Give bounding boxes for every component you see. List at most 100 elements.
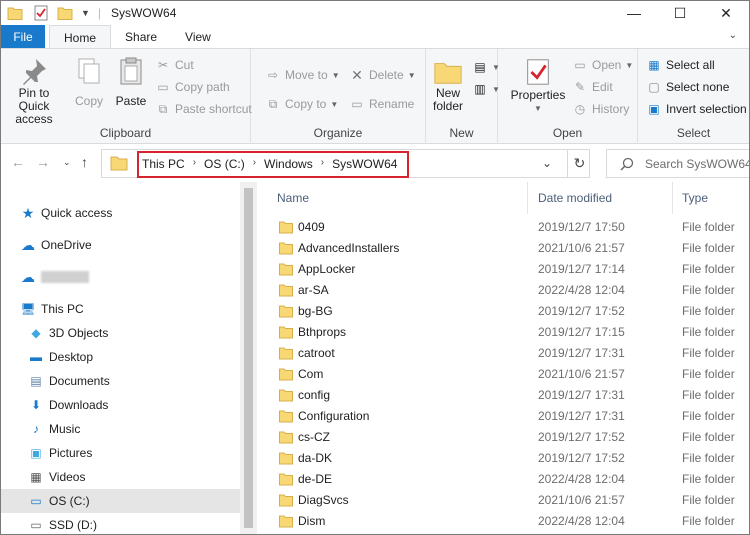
back-arrow-icon[interactable]: ← — [11, 154, 25, 170]
table-row[interactable]: DiagSvcs 2021/10/6 21:57 File folder — [257, 490, 749, 511]
chevron-down-icon: ▼ — [625, 60, 634, 70]
copy-to-button[interactable]: ⧉ Copy to ▼ — [265, 94, 339, 114]
chevron-right-icon[interactable]: › — [193, 157, 196, 171]
maximize-button[interactable]: ☐ — [657, 1, 703, 25]
table-row[interactable]: ar-SA 2022/4/28 12:04 File folder — [257, 280, 749, 301]
close-button[interactable]: ✕ — [703, 1, 749, 25]
new-folder-icon[interactable] — [57, 5, 73, 21]
file-type: File folder — [682, 388, 735, 402]
cut-button[interactable]: ✂ Cut — [155, 55, 194, 75]
move-to-button[interactable]: ⇨ Move to ▼ — [265, 65, 340, 85]
copy-path-button[interactable]: ▭ Copy path — [155, 77, 229, 97]
delete-icon: ✕ — [351, 66, 363, 83]
tab-share[interactable]: Share — [111, 25, 171, 49]
table-row[interactable]: Configuration 2019/12/7 17:31 File folder — [257, 406, 749, 427]
pin-label: Pin to Quick access — [15, 86, 53, 126]
table-row[interactable]: AppLocker 2019/12/7 17:14 File folder — [257, 259, 749, 280]
nav-item-this-pc[interactable]: 🖥 This PC — [1, 297, 240, 321]
search-input[interactable]: Search SysWOW64 — [645, 157, 749, 171]
nav-item-music[interactable]: ♪ Music — [1, 417, 240, 441]
breadcrumb-os-c[interactable]: OS (C:) — [204, 157, 245, 171]
nav-item-onedrive-account[interactable]: ☁ — [1, 265, 240, 289]
forward-arrow-icon[interactable]: → — [36, 154, 50, 170]
paste-shortcut-icon: ⧉ — [158, 101, 168, 116]
select-all-button[interactable]: ▦ Select all — [646, 55, 714, 75]
table-row[interactable]: da-DK 2019/12/7 17:52 File folder — [257, 448, 749, 469]
table-row[interactable]: 0409 2019/12/7 17:50 File folder — [257, 217, 749, 238]
nav-item-desktop[interactable]: ▬ Desktop — [1, 345, 240, 369]
minimize-button[interactable]: — — [611, 1, 657, 25]
history-button[interactable]: ◷ History — [572, 99, 630, 119]
chevron-right-icon[interactable]: › — [321, 157, 324, 171]
properties-button[interactable]: Properties ▼ — [506, 57, 570, 115]
up-arrow-icon[interactable]: ↑ — [81, 154, 88, 170]
refresh-button[interactable]: ↻ — [567, 150, 591, 177]
file-name: AdvancedInstallers — [298, 241, 400, 255]
nav-item-pictures[interactable]: ▣ Pictures — [1, 441, 240, 465]
move-to-label: Move to — [285, 68, 328, 82]
nav-label: OS (C:) — [49, 494, 90, 508]
rename-button[interactable]: ▭ Rename — [349, 94, 414, 114]
table-row[interactable]: AdvancedInstallers 2021/10/6 21:57 File fo… — [257, 238, 749, 259]
invert-selection-button[interactable]: ▣ Invert selection — [646, 99, 746, 119]
table-row[interactable]: Bthprops 2019/12/7 17:15 File folder — [257, 322, 749, 343]
table-row[interactable]: bg-BG 2019/12/7 17:52 File folder — [257, 301, 749, 322]
scrollbar-thumb[interactable] — [244, 188, 253, 528]
paste-label: Paste — [115, 94, 147, 108]
properties-icon[interactable] — [33, 5, 49, 21]
tab-view[interactable]: View — [171, 25, 225, 49]
tab-home[interactable]: Home — [49, 25, 112, 49]
search-box[interactable]: Search SysWOW64 — [606, 149, 749, 178]
nav-item-onedrive[interactable]: ☁ OneDrive — [1, 233, 240, 257]
nav-item-os-c[interactable]: ▭ OS (C:) — [1, 489, 240, 513]
collapse-ribbon-icon[interactable]: ⌄ — [729, 30, 737, 41]
new-folder-button[interactable]: New folder — [426, 57, 470, 113]
select-none-button[interactable]: ▢ Select none — [646, 77, 729, 97]
edit-button[interactable]: ✎ Edit — [572, 77, 613, 97]
copy-button[interactable]: Copy — [69, 55, 109, 108]
nav-item-ssd-d[interactable]: ▭ SSD (D:) — [1, 513, 240, 534]
nav-pane-scrollbar[interactable] — [240, 182, 257, 534]
breadcrumb-this-pc[interactable]: This PC — [142, 157, 185, 171]
column-header-date[interactable]: Date modified — [528, 182, 673, 214]
breadcrumb-syswow64[interactable]: SysWOW64 — [332, 157, 397, 171]
chevron-right-icon[interactable]: › — [253, 157, 256, 171]
column-header-type[interactable]: Type — [673, 182, 749, 214]
open-button[interactable]: ▭ Open ▼ — [572, 55, 633, 75]
nav-item-documents[interactable]: ▤ Documents — [1, 369, 240, 393]
table-row[interactable]: Dism 2022/4/28 12:04 File folder — [257, 511, 749, 532]
file-name: AppLocker — [298, 262, 356, 276]
nav-item-3d-objects[interactable]: ◆ 3D Objects — [1, 321, 240, 345]
chevron-down-icon: ▼ — [534, 104, 542, 113]
qat-dropdown-icon[interactable]: ▼ — [81, 8, 90, 18]
tab-file[interactable]: File — [1, 25, 45, 49]
recent-locations-icon[interactable]: ⌄ — [63, 157, 71, 168]
new-item-button[interactable]: ▤ ▼ — [472, 57, 500, 77]
copy-path-icon: ▭ — [157, 80, 169, 94]
paste-shortcut-button[interactable]: ⧉ Paste shortcut — [155, 99, 252, 119]
table-row[interactable]: Com 2021/10/6 21:57 File folder — [257, 364, 749, 385]
delete-button[interactable]: ✕ Delete ▼ — [349, 65, 415, 85]
address-bar[interactable]: This PC › OS (C:) › Windows › SysWOW64 ⌄… — [101, 149, 590, 178]
table-row[interactable]: de-DE 2022/4/28 12:04 File folder — [257, 469, 749, 490]
easy-access-button[interactable]: ▥ ▼ — [472, 79, 500, 99]
move-to-icon: ⇨ — [267, 68, 279, 82]
search-icon — [620, 157, 634, 171]
paste-button[interactable]: Paste — [111, 55, 151, 108]
file-type: File folder — [682, 367, 735, 381]
paste-shortcut-label: Paste shortcut — [175, 102, 252, 116]
nav-item-videos[interactable]: ▦ Videos — [1, 465, 240, 489]
nav-label: SSD (D:) — [49, 518, 97, 532]
table-row[interactable]: config 2019/12/7 17:31 File folder — [257, 385, 749, 406]
properties-label: Properties — [510, 88, 566, 102]
table-row[interactable]: cs-CZ 2019/12/7 17:52 File folder — [257, 427, 749, 448]
pin-to-quick-access-button[interactable]: Pin to Quick access — [1, 55, 67, 126]
nav-item-downloads[interactable]: ⬇ Downloads — [1, 393, 240, 417]
chevron-down-icon[interactable]: ⌄ — [542, 156, 552, 170]
nav-item-quick-access[interactable]: ★ Quick access — [1, 201, 240, 225]
file-name: cs-CZ — [298, 430, 330, 444]
column-header-name[interactable]: Name — [257, 182, 528, 214]
breadcrumb-windows[interactable]: Windows — [264, 157, 313, 171]
folder-icon — [279, 389, 293, 402]
table-row[interactable]: catroot 2019/12/7 17:31 File folder — [257, 343, 749, 364]
